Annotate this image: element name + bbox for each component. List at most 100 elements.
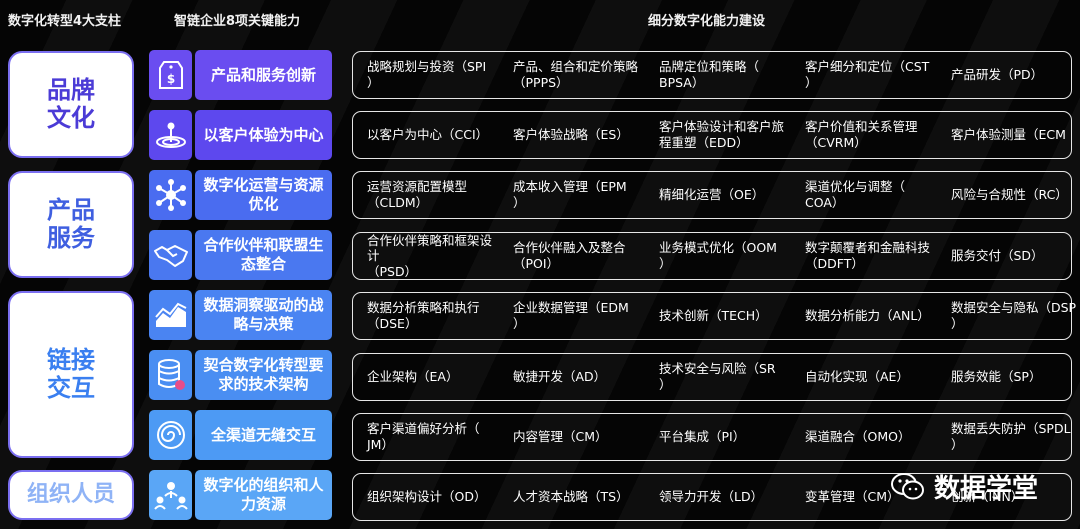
wechat-icon	[891, 472, 924, 499]
capability-item: 服务效能（SP）	[951, 354, 1080, 400]
capability-item-text: 客户体验设计和客户旅 程重塑（EDD）	[659, 119, 785, 150]
capability-item: 数据分析能力（ANL）	[805, 293, 945, 339]
capability-item: 自动化实现（AE）	[805, 354, 945, 400]
capability-item-text: 组织架构设计（OD）	[367, 489, 487, 505]
capability-item-text: 品牌定位和策略（ BPSA）	[659, 59, 760, 90]
capability-row: 战略规划与投资（SPI） 产品、组合和定价策略 （PPPS） 品牌定位和策略（ BPSA…	[352, 51, 1072, 99]
database-icon	[149, 350, 192, 400]
capability-item-text: 企业架构（EA）	[367, 369, 459, 385]
spiral-icon	[149, 410, 192, 460]
capability-item: 人才资本战略（TS）	[513, 474, 653, 520]
capability-item-text: 数据分析策略和执行 （DSE）	[367, 300, 480, 331]
capability-label: 合作伙伴和联盟生态整合	[195, 230, 332, 280]
capability-item: 运营资源配置模型 （CLDM）	[367, 172, 507, 218]
capability-item: 数字颠覆者和金融科技 （DDFT）	[805, 233, 945, 279]
capability-item-text: 渠道融合（OMO）	[805, 429, 911, 445]
capability-item: 以客户为中心（CCI）	[367, 112, 507, 158]
capability-item-text: 合作伙伴融入及整合 （POI）	[513, 240, 626, 271]
capability-item-text: 渠道优化与调整（ COA）	[805, 179, 906, 210]
capability-item: 客户细分和定位（CST）	[805, 52, 945, 98]
capability-item: 品牌定位和策略（ BPSA）	[659, 52, 799, 98]
capability-item-text: 客户价值和关系管理 （CVRM）	[805, 119, 918, 150]
capability-row: 以客户为中心（CCI） 客户体验战略（ES） 客户体验设计和客户旅 程重塑（EDD） 客…	[352, 111, 1072, 159]
handshake-icon	[149, 230, 192, 280]
pillar-organization-people: 组织人员	[8, 470, 134, 520]
chart-icon	[149, 290, 192, 340]
capability-row: 运营资源配置模型 （CLDM） 成本收入管理（EPM） 精细化运营（OE） 渠道优化与调…	[352, 171, 1072, 219]
capability-item: 企业数据管理（EDM）	[513, 293, 653, 339]
capability-item-text: 数据安全与隐私（DSP）	[951, 300, 1077, 331]
header-pillars: 数字化转型4大支柱	[8, 14, 122, 29]
capability-item-text: 战略规划与投资（SPI）	[367, 59, 487, 90]
capability-item-text: 精细化运营（OE）	[659, 187, 765, 203]
header-capabilities: 智链企业8项关键能力	[174, 14, 301, 29]
capability-item-text: 客户体验测量（ECM	[951, 127, 1066, 143]
capability-item: 领导力开发（LD）	[659, 474, 799, 520]
capability-label: 数字化运营与资源优化	[195, 170, 332, 220]
capability-item: 业务模式优化（OOM）	[659, 233, 799, 279]
capability-item-text: 企业数据管理（EDM）	[513, 300, 629, 331]
capability-label: 数字化的组织和人力资源	[195, 470, 332, 520]
capability-item: 客户体验测量（ECM	[951, 112, 1080, 158]
capability-row: 合作伙伴策略和框架设计（PSD） 合作伙伴融入及整合 （POI） 业务模式优化（OOM…	[352, 232, 1072, 280]
capability-item-text: 运营资源配置模型 （CLDM）	[367, 179, 468, 210]
capability-item: 组织架构设计（OD）	[367, 474, 507, 520]
capability-item-text: 数据丢失防护（SPDL）	[951, 421, 1071, 452]
capability-row: 客户渠道偏好分析（ JM） 内容管理（CM） 平台集成（PI） 渠道融合（OMO） 数据丢…	[352, 413, 1072, 461]
capability-item-text: 人才资本战略（TS）	[513, 489, 629, 505]
capability-item-text: 变革管理（CM）	[805, 489, 900, 505]
capability-item: 成本收入管理（EPM）	[513, 172, 653, 218]
capability-item-text: 自动化实现（AE）	[805, 369, 909, 385]
capability-item: 技术创新（TECH）	[659, 293, 799, 339]
capability-item-text: 内容管理（CM）	[513, 429, 608, 445]
capability-item-text: 成本收入管理（EPM）	[513, 179, 627, 210]
capability-item: 合作伙伴策略和框架设计（PSD）	[367, 233, 507, 279]
capability-label: 全渠道无缝交互	[195, 410, 332, 460]
capability-item: 产品、组合和定价策略 （PPPS）	[513, 52, 653, 98]
capability-item: 数据安全与隐私（DSP）	[951, 293, 1080, 339]
capability-label: 产品和服务创新	[195, 50, 332, 100]
network-icon	[149, 170, 192, 220]
capability-item-text: 风险与合规性（RC）	[951, 187, 1068, 203]
capability-item-text: 技术创新（TECH）	[659, 308, 768, 324]
capability-item-text: 技术安全与风险（SR）	[659, 361, 776, 392]
capability-item-text: 合作伙伴策略和框架设计（PSD）	[367, 232, 493, 279]
capability-item: 客户价值和关系管理 （CVRM）	[805, 112, 945, 158]
people-icon	[149, 470, 192, 520]
pillar-label: 产品 服务	[47, 195, 95, 252]
capability-item-text: 客户细分和定位（CST）	[805, 59, 930, 90]
watermark-text: 数据学堂	[934, 474, 1039, 504]
capability-label: 契合数字化转型要求的技术架构	[195, 350, 332, 400]
capability-item: 客户渠道偏好分析（ JM）	[367, 414, 507, 460]
capability-label: 以客户体验为中心	[195, 110, 332, 160]
pillar-label: 链接 交互	[47, 345, 95, 402]
price-tag-icon: $	[149, 50, 192, 100]
capability-item-text: 业务模式优化（OOM）	[659, 240, 777, 271]
pillar-brand-culture: 品牌 文化	[8, 51, 134, 158]
capability-item: 产品研发（PD）	[951, 52, 1080, 98]
pillar-label: 组织人员	[26, 482, 115, 508]
capability-item: 战略规划与投资（SPI）	[367, 52, 507, 98]
target-icon	[149, 110, 192, 160]
capability-item-text: 数字颠覆者和金融科技 （DDFT）	[805, 240, 931, 271]
capability-item: 客户体验设计和客户旅 程重塑（EDD）	[659, 112, 799, 158]
capability-item-text: 客户体验战略（ES）	[513, 127, 629, 143]
capability-item: 技术安全与风险（SR）	[659, 354, 799, 400]
capability-item: 敏捷开发（AD）	[513, 354, 653, 400]
pillar-label: 品牌 文化	[47, 75, 95, 132]
capability-item: 平台集成（PI）	[659, 414, 799, 460]
watermark: 数据学堂	[890, 468, 1038, 505]
capability-item: 客户体验战略（ES）	[513, 112, 653, 158]
capability-item-text: 敏捷开发（AD）	[513, 369, 607, 385]
capability-item-text: 平台集成（PI）	[659, 429, 746, 445]
capability-item: 内容管理（CM）	[513, 414, 653, 460]
svg-text:$: $	[166, 72, 174, 86]
capability-item-text: 以客户为中心（CCI）	[367, 127, 489, 143]
capability-item-text: 服务效能（SP）	[951, 369, 1042, 385]
capability-item-text: 产品研发（PD）	[951, 67, 1044, 83]
capability-item-text: 客户渠道偏好分析（ JM）	[367, 421, 480, 452]
capability-item: 精细化运营（OE）	[659, 172, 799, 218]
capability-item-text: 服务交付（SD）	[951, 248, 1044, 264]
capability-item-text: 数据分析能力（ANL）	[805, 308, 930, 324]
capability-item: 数据分析策略和执行 （DSE）	[367, 293, 507, 339]
